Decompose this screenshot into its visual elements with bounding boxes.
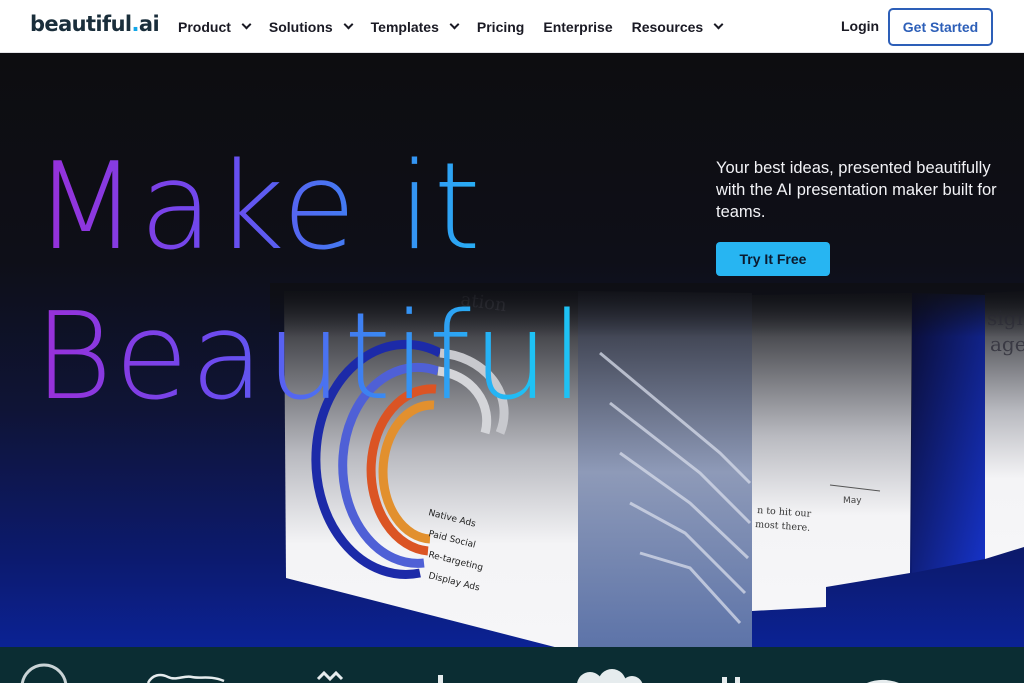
chevron-down-icon bbox=[449, 19, 460, 30]
nav-item-label: Pricing bbox=[476, 18, 525, 35]
client-logo-crown-icon bbox=[316, 670, 344, 682]
brand-suffix: ai bbox=[138, 12, 160, 36]
client-logo-bar-icon bbox=[735, 677, 740, 683]
hero-headline-line: Beautiful bbox=[34, 288, 587, 427]
hero-section: sign age May n to hit our most there. bbox=[0, 53, 1024, 647]
top-nav: beautiful.ai Product Solutions Templates… bbox=[0, 0, 1024, 53]
get-started-button[interactable]: Get Started bbox=[888, 8, 993, 46]
brand-dot: . bbox=[131, 12, 140, 36]
nav-item-label: Templates bbox=[370, 18, 439, 35]
hero-subtitle: Your best ideas, presented beautifully w… bbox=[716, 159, 997, 221]
brand-name: beautiful bbox=[30, 12, 132, 36]
main-menu: Product Solutions Templates Pricing Ente… bbox=[178, 0, 741, 53]
nav-item-product[interactable]: Product bbox=[178, 18, 252, 35]
client-logo-strip bbox=[0, 647, 1024, 683]
client-logo-cloud-icon bbox=[577, 669, 643, 683]
client-logo-circle-icon bbox=[20, 663, 68, 683]
nav-item-label: Resources bbox=[631, 18, 704, 35]
nav-item-pricing[interactable]: Pricing bbox=[477, 19, 524, 35]
hero-headline: Make it Beautiful bbox=[34, 133, 586, 433]
brand-logo[interactable]: beautiful.ai bbox=[30, 12, 160, 36]
hero-headline-line: Make it bbox=[34, 138, 483, 277]
client-logo-bar-icon bbox=[722, 677, 727, 683]
nav-item-label: Product bbox=[178, 18, 231, 35]
nav-item-solutions[interactable]: Solutions bbox=[268, 18, 354, 35]
chevron-down-icon bbox=[713, 19, 724, 30]
client-logo-bar-icon bbox=[438, 675, 443, 683]
nav-item-resources[interactable]: Resources bbox=[631, 18, 724, 35]
login-link[interactable]: Login bbox=[841, 18, 879, 34]
nav-item-templates[interactable]: Templates bbox=[370, 18, 460, 35]
slide-label: May bbox=[843, 496, 862, 506]
nav-item-enterprise[interactable]: Enterprise bbox=[543, 19, 612, 35]
chevron-down-icon bbox=[343, 19, 354, 30]
client-logos bbox=[20, 663, 899, 683]
try-it-free-button[interactable]: Try It Free bbox=[716, 242, 830, 276]
nav-item-label: Enterprise bbox=[543, 18, 613, 35]
chevron-down-icon bbox=[241, 19, 252, 30]
nav-item-label: Solutions bbox=[268, 18, 333, 35]
client-logo-script-icon bbox=[146, 673, 225, 683]
